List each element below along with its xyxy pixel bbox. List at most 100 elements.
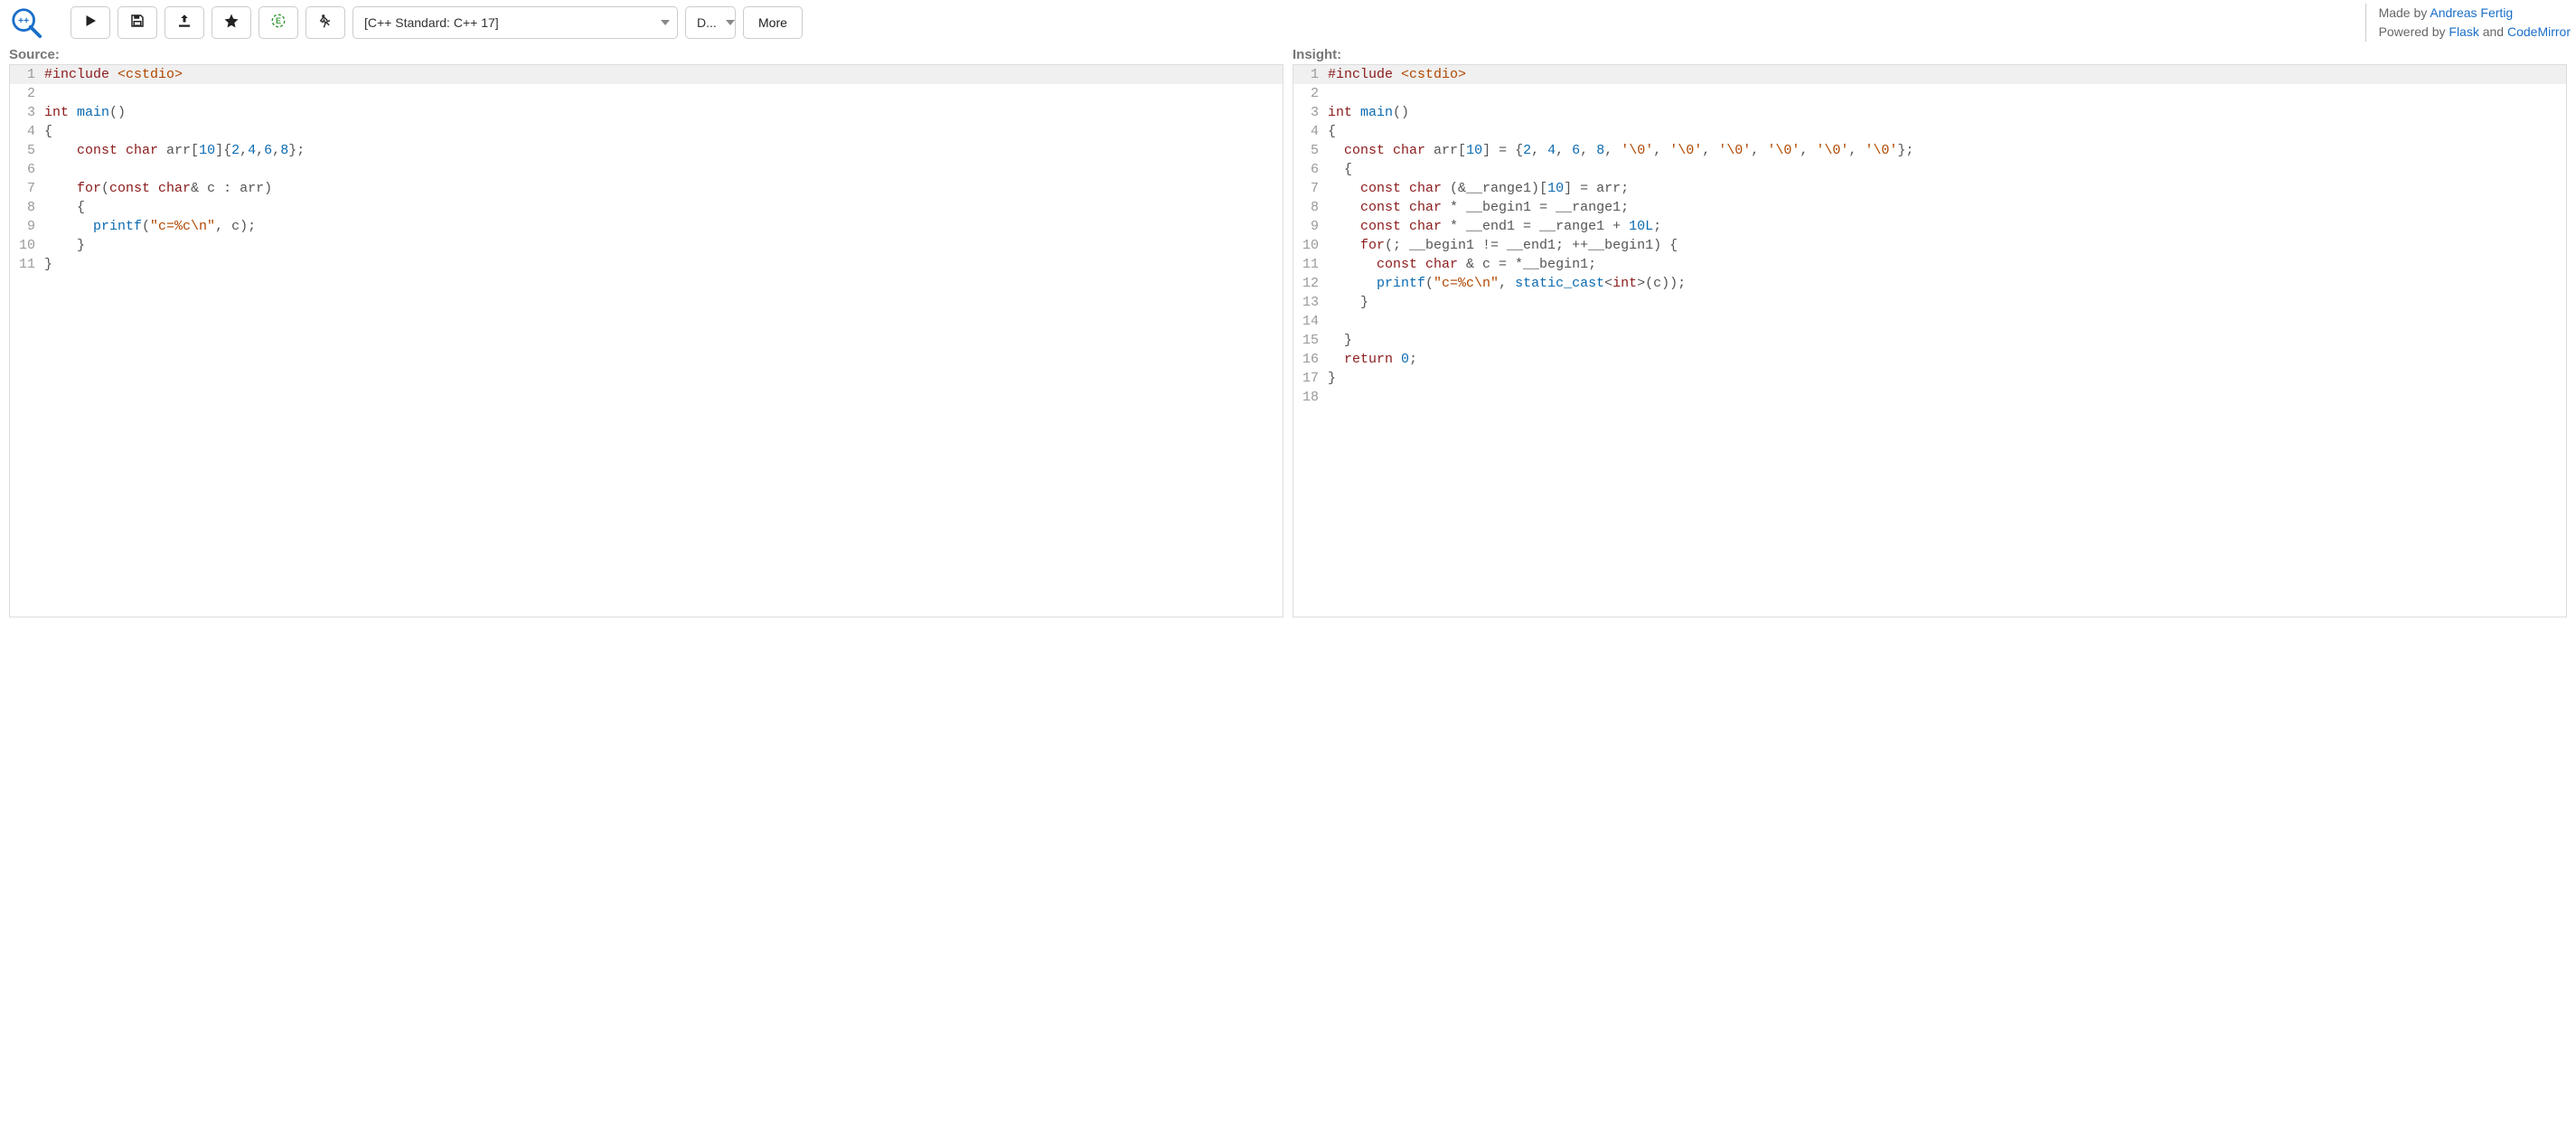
code-line[interactable]: 2	[1293, 84, 2566, 103]
code-content[interactable]: #include <cstdio>	[41, 65, 183, 84]
code-content[interactable]	[41, 84, 44, 103]
code-line[interactable]: 11}	[10, 255, 1283, 274]
code-content[interactable]: }	[1324, 293, 1368, 312]
code-content[interactable]: return 0;	[1324, 350, 1417, 369]
code-line[interactable]: 6 {	[1293, 160, 2566, 179]
code-content[interactable]: printf("c=%c\n", c);	[41, 217, 256, 236]
toolbar: E [C++ Standard: C++ 17] D... More	[71, 6, 803, 39]
favorite-button[interactable]	[212, 6, 251, 39]
cpp-standard-value: [C++ Standard: C++ 17]	[364, 15, 499, 30]
code-content[interactable]: for(; __begin1 != __end1; ++__begin1) {	[1324, 236, 1678, 255]
code-line[interactable]: 9 const char * __end1 = __range1 + 10L;	[1293, 217, 2566, 236]
code-content[interactable]: #include <cstdio>	[1324, 65, 1466, 84]
line-number: 13	[1293, 293, 1324, 312]
code-line[interactable]: 8 {	[10, 198, 1283, 217]
code-line[interactable]: 17}	[1293, 369, 2566, 388]
quickbench-button[interactable]: E	[259, 6, 298, 39]
cppinsights-logo-icon[interactable]: ++	[9, 5, 43, 40]
code-line[interactable]: 7 for(const char& c : arr)	[10, 179, 1283, 198]
dashed-e-icon: E	[270, 13, 287, 33]
code-line[interactable]: 3int main()	[10, 103, 1283, 122]
code-line[interactable]: 11 const char & c = *__begin1;	[1293, 255, 2566, 274]
line-number: 8	[1293, 198, 1324, 217]
code-content[interactable]: int main()	[1324, 103, 1409, 122]
code-content[interactable]: const char (&__range1)[10] = arr;	[1324, 179, 1629, 198]
source-editor[interactable]: 1#include <cstdio>23int main()4{5 const …	[9, 64, 1283, 617]
code-content[interactable]: int main()	[41, 103, 126, 122]
code-line[interactable]: 12 printf("c=%c\n", static_cast<int>(c))…	[1293, 274, 2566, 293]
line-number: 11	[1293, 255, 1324, 274]
code-content[interactable]: const char arr[10]{2,4,6,8};	[41, 141, 305, 160]
line-number: 10	[1293, 236, 1324, 255]
secondary-select[interactable]: D...	[685, 6, 736, 39]
code-line[interactable]: 4{	[10, 122, 1283, 141]
code-line[interactable]: 6	[10, 160, 1283, 179]
line-number: 7	[10, 179, 41, 198]
code-content[interactable]	[1324, 388, 1328, 407]
line-number: 1	[1293, 65, 1324, 84]
code-content[interactable]: const char * __begin1 = __range1;	[1324, 198, 1629, 217]
credits-powered-prefix: Powered by	[2379, 24, 2449, 39]
code-content[interactable]	[1324, 84, 1328, 103]
compiler-explorer-button[interactable]	[306, 6, 345, 39]
line-number: 9	[10, 217, 41, 236]
line-number: 10	[10, 236, 41, 255]
cpp-standard-select[interactable]: [C++ Standard: C++ 17]	[353, 6, 678, 39]
code-line[interactable]: 7 const char (&__range1)[10] = arr;	[1293, 179, 2566, 198]
code-line[interactable]: 1#include <cstdio>	[1293, 65, 2566, 84]
code-content[interactable]: for(const char& c : arr)	[41, 179, 272, 198]
line-number: 2	[10, 84, 41, 103]
code-line[interactable]: 14	[1293, 312, 2566, 331]
code-content[interactable]: {	[41, 122, 52, 141]
svg-text:++: ++	[18, 16, 29, 26]
insight-label: Insight:	[1293, 45, 2567, 64]
code-line[interactable]: 13 }	[1293, 293, 2566, 312]
codemirror-link[interactable]: CodeMirror	[2507, 24, 2571, 39]
code-line[interactable]: 8 const char * __begin1 = __range1;	[1293, 198, 2566, 217]
line-number: 12	[1293, 274, 1324, 293]
line-number: 16	[1293, 350, 1324, 369]
code-line[interactable]: 1#include <cstdio>	[10, 65, 1283, 84]
insight-pane: Insight: 1#include <cstdio>23int main()4…	[1293, 45, 2567, 617]
code-content[interactable]: }	[41, 236, 85, 255]
code-line[interactable]: 16 return 0;	[1293, 350, 2566, 369]
upload-button[interactable]	[165, 6, 204, 39]
line-number: 5	[10, 141, 41, 160]
code-content[interactable]: const char * __end1 = __range1 + 10L;	[1324, 217, 1661, 236]
code-line[interactable]: 4{	[1293, 122, 2566, 141]
more-button[interactable]: More	[743, 6, 803, 39]
code-line[interactable]: 2	[10, 84, 1283, 103]
code-line[interactable]: 9 printf("c=%c\n", c);	[10, 217, 1283, 236]
code-content[interactable]: }	[41, 255, 52, 274]
source-label: Source:	[9, 45, 1283, 64]
code-content[interactable]: }	[1324, 369, 1336, 388]
upload-icon	[176, 13, 193, 33]
code-content[interactable]: {	[41, 198, 85, 217]
line-number: 8	[10, 198, 41, 217]
line-number: 7	[1293, 179, 1324, 198]
insight-editor[interactable]: 1#include <cstdio>23int main()4{5 const …	[1293, 64, 2567, 617]
code-content[interactable]: const char arr[10] = {2, 4, 6, 8, '\0', …	[1324, 141, 1913, 160]
code-content[interactable]: }	[1324, 331, 1352, 350]
code-content[interactable]: printf("c=%c\n", static_cast<int>(c));	[1324, 274, 1686, 293]
code-content[interactable]: {	[1324, 122, 1336, 141]
code-content[interactable]: {	[1324, 160, 1352, 179]
code-line[interactable]: 18	[1293, 388, 2566, 407]
line-number: 17	[1293, 369, 1324, 388]
run-button[interactable]	[71, 6, 110, 39]
code-line[interactable]: 15 }	[1293, 331, 2566, 350]
code-line[interactable]: 5 const char arr[10] = {2, 4, 6, 8, '\0'…	[1293, 141, 2566, 160]
code-content[interactable]	[41, 160, 44, 179]
code-line[interactable]: 5 const char arr[10]{2,4,6,8};	[10, 141, 1283, 160]
topbar: ++ E	[0, 0, 2576, 45]
code-line[interactable]: 10 for(; __begin1 != __end1; ++__begin1)…	[1293, 236, 2566, 255]
save-button[interactable]	[118, 6, 157, 39]
code-content[interactable]: const char & c = *__begin1;	[1324, 255, 1596, 274]
code-line[interactable]: 10 }	[10, 236, 1283, 255]
code-line[interactable]: 3int main()	[1293, 103, 2566, 122]
chevron-down-icon	[726, 20, 735, 25]
flask-link[interactable]: Flask	[2449, 24, 2478, 39]
code-content[interactable]	[1324, 312, 1328, 331]
author-link[interactable]: Andreas Fertig	[2430, 5, 2513, 20]
line-number: 14	[1293, 312, 1324, 331]
